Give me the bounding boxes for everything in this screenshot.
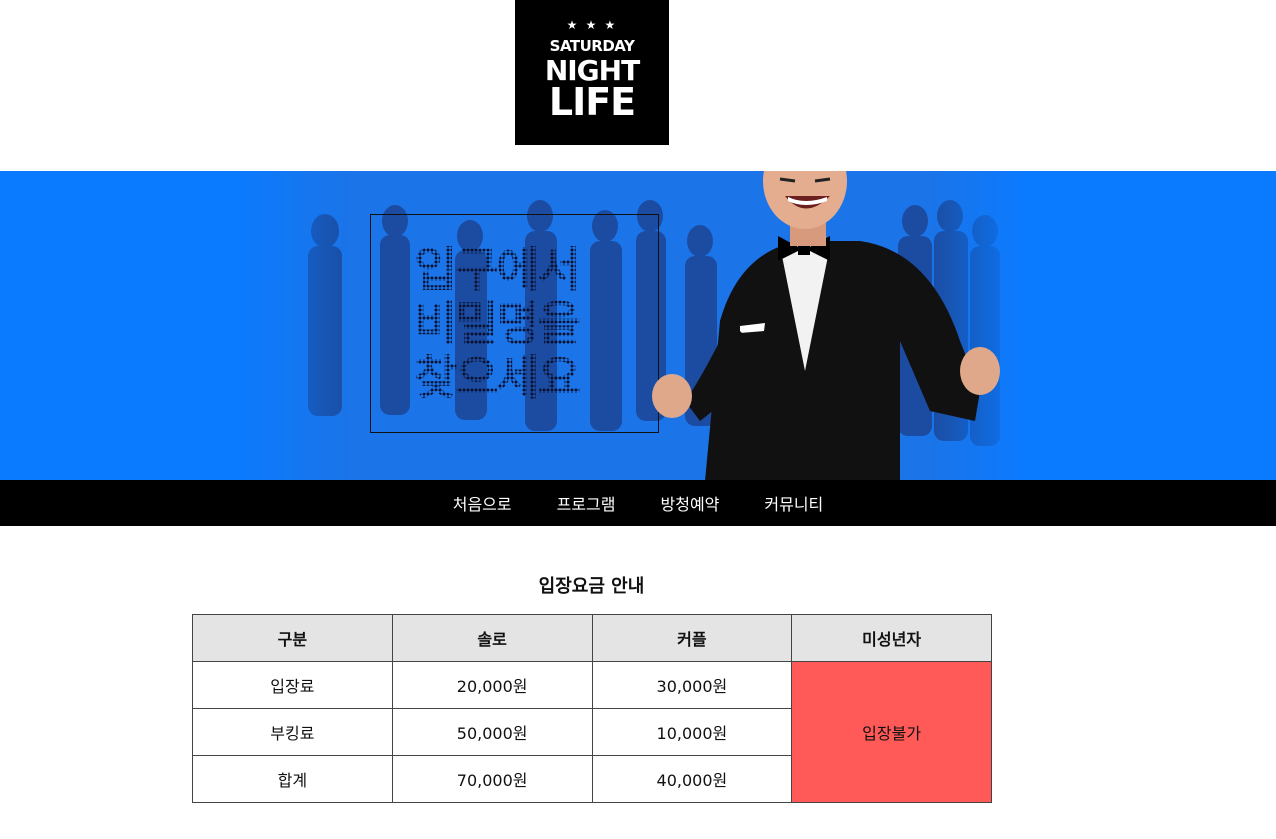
row-label: 합계 [192,755,393,803]
section-title: 입장요금 안내 [538,576,645,597]
banner-headline: 입구에서 비밀명을 찾으세요 [414,244,654,406]
row-label: 입장료 [192,661,393,709]
nav-item-reservation[interactable]: 방청예약 [661,491,720,515]
nav-item-community[interactable]: 커뮤니티 [764,491,823,515]
main-nav: 처음으로 프로그램 방청예약 커뮤니티 [0,480,1276,526]
solo-price: 70,000원 [391,755,593,803]
solo-price: 20,000원 [391,661,593,709]
row-label: 부킹료 [192,708,393,756]
col-header-couple: 커플 [591,614,793,662]
minor-no-entry-cell: 입장불가 [791,661,992,803]
nav-item-home[interactable]: 처음으로 [453,491,512,515]
headline-line: 입구에서 [414,243,579,298]
host-photo [652,171,1000,480]
solo-price: 50,000원 [391,708,593,756]
headline-line: 찾으세요 [414,351,579,406]
col-header-minor: 미성년자 [791,614,992,662]
col-header-solo: 솔로 [391,614,593,662]
hero-banner: 입구에서 비밀명을 찾으세요 [0,171,1276,480]
logo-line-saturday: SATURDAY [549,37,635,55]
headline-line: 비밀명을 [414,297,579,352]
logo-line-life: LIFE [548,80,636,124]
couple-price: 30,000원 [591,661,793,709]
nav-item-program[interactable]: 프로그램 [557,491,616,515]
site-logo[interactable]: ★ ★ ★ SATURDAY NIGHT LIFE [515,0,669,145]
fees-table: 구분 솔로 커플 미성년자 입장료 20,000원 30,000원 입장불가 부… [192,614,992,803]
logo-stars: ★ ★ ★ [566,18,618,32]
table-row: 입장료 20,000원 30,000원 입장불가 [192,661,992,803]
table-header-row: 구분 솔로 커플 미성년자 [192,614,992,662]
couple-price: 10,000원 [591,708,793,756]
col-header-category: 구분 [192,614,393,662]
couple-price: 40,000원 [591,755,793,803]
